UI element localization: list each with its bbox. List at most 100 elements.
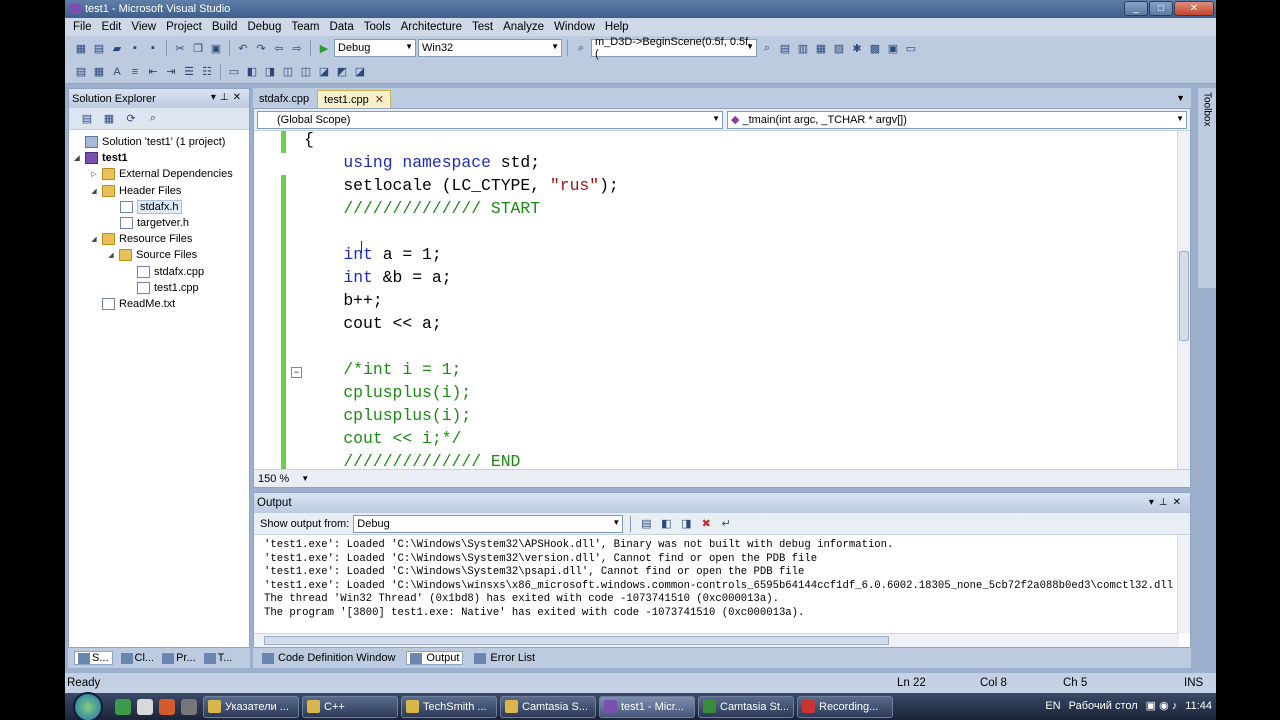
- navigate-icon[interactable]: ⇦: [271, 40, 287, 56]
- properties-icon[interactable]: ▤: [79, 111, 95, 127]
- quicklaunch-icon[interactable]: [115, 698, 131, 715]
- tab-team-explorer[interactable]: T...: [203, 652, 232, 664]
- comment-icon[interactable]: ☰: [181, 64, 197, 80]
- taskbar-button[interactable]: Camtasia St...: [698, 695, 794, 718]
- tab-code-definition-window[interactable]: Code Definition Window: [259, 652, 398, 664]
- previous-bookmark-document-icon[interactable]: ◪: [316, 64, 332, 80]
- save-all-icon[interactable]: ▪: [145, 40, 161, 56]
- close-tab-icon[interactable]: ✕: [375, 93, 384, 106]
- next-message-icon[interactable]: ◨: [678, 516, 694, 532]
- scrollbar-thumb[interactable]: [264, 636, 889, 645]
- menu-team[interactable]: Team: [286, 21, 324, 33]
- menu-test[interactable]: Test: [467, 21, 498, 33]
- find-icon[interactable]: ⌕: [759, 40, 775, 56]
- code-editor[interactable]: (Global Scope) ▼ ◆ _tmain(int argc, _TCH…: [253, 108, 1191, 488]
- solution-platform-select[interactable]: Win32 ▼: [418, 39, 562, 57]
- code-area[interactable]: { using namespace std; setlocale (LC_CTY…: [254, 131, 1184, 469]
- toolbox-strip[interactable]: Toolbox: [1198, 88, 1216, 288]
- tab-test1-cpp[interactable]: test1.cpp ✕: [317, 90, 391, 108]
- panel-controls[interactable]: ▾⊥✕: [1149, 497, 1186, 508]
- tab-property-manager[interactable]: Pr...: [162, 652, 196, 664]
- quicklaunch-icon[interactable]: [181, 698, 197, 715]
- tree-item-header-files[interactable]: ◢ Header Files: [69, 183, 249, 199]
- word-wrap-icon[interactable]: ↵: [718, 516, 734, 532]
- acrobat-icon[interactable]: [137, 698, 153, 715]
- tools-icon[interactable]: ✱: [849, 40, 865, 56]
- previous-message-icon[interactable]: ◧: [658, 516, 674, 532]
- find-combo[interactable]: m_D3D->BeginScene(0.5f, 0.5f, ( ▼: [591, 36, 757, 60]
- undo-icon[interactable]: ↶: [235, 40, 251, 56]
- tree-item-stdafx-h[interactable]: stdafx.h: [69, 199, 249, 215]
- taskbar-button[interactable]: C++: [302, 695, 398, 718]
- tab-stdafx-cpp[interactable]: stdafx.cpp: [253, 90, 315, 108]
- tree-item-resource-files[interactable]: ◢ Resource Files: [69, 231, 249, 247]
- menu-data[interactable]: Data: [324, 21, 358, 33]
- tree-item-external-dependencies[interactable]: ▷ External Dependencies: [69, 166, 249, 182]
- clear-all-icon[interactable]: ✖: [698, 516, 714, 532]
- increase-indent-icon[interactable]: ⇥: [163, 64, 179, 80]
- maximize-button[interactable]: □: [1149, 1, 1173, 16]
- zoom-dropdown-icon[interactable]: ▼: [301, 474, 309, 483]
- taskbar-button[interactable]: Camtasia S...: [500, 695, 596, 718]
- next-bookmark-icon[interactable]: ◨: [262, 64, 278, 80]
- start-debugging-icon[interactable]: ▶: [316, 40, 332, 56]
- taskbar-button[interactable]: Указатели ...: [203, 695, 299, 718]
- clear-bookmarks-icon[interactable]: ◪: [352, 64, 368, 80]
- menu-help[interactable]: Help: [600, 21, 634, 33]
- desktop-toolbar[interactable]: Рабочий стол: [1069, 700, 1138, 712]
- clock[interactable]: 11:44: [1185, 700, 1212, 712]
- tree-item-stdafx-cpp[interactable]: stdafx.cpp: [69, 264, 249, 280]
- save-icon[interactable]: ▪: [127, 40, 143, 56]
- command-window-icon[interactable]: ▭: [903, 40, 919, 56]
- firefox-icon[interactable]: [159, 698, 175, 715]
- tab-output[interactable]: Output: [406, 651, 464, 665]
- menu-architecture[interactable]: Architecture: [396, 21, 467, 33]
- redo-icon[interactable]: ↷: [253, 40, 269, 56]
- menu-window[interactable]: Window: [549, 21, 600, 33]
- toggle-bookmark-icon[interactable]: ▭: [226, 64, 242, 80]
- minimize-button[interactable]: _: [1124, 1, 1148, 16]
- output-text[interactable]: 'test1.exe': Loaded 'C:\Windows\System32…: [264, 539, 1174, 629]
- taskbar-button-active[interactable]: test1 - Micr...: [599, 695, 695, 718]
- parameter-info-icon[interactable]: ▦: [91, 64, 107, 80]
- menu-tools[interactable]: Tools: [359, 21, 396, 33]
- tab-solution-explorer[interactable]: S...: [74, 651, 113, 665]
- solution-configuration-select[interactable]: Debug ▼: [334, 39, 416, 57]
- member-select[interactable]: ◆ _tmain(int argc, _TCHAR * argv[]) ▼: [727, 110, 1187, 129]
- properties-icon[interactable]: ▥: [795, 40, 811, 56]
- navigate-forward-icon[interactable]: ⇨: [289, 40, 305, 56]
- tree-item-source-files[interactable]: ◢ Source Files: [69, 247, 249, 263]
- paste-icon[interactable]: ▣: [208, 40, 224, 56]
- document-list-dropdown-icon[interactable]: ▼: [1176, 93, 1185, 103]
- cut-icon[interactable]: ✂: [172, 40, 188, 56]
- tree-item-project[interactable]: ◢ test1: [69, 150, 249, 166]
- close-button[interactable]: ✕: [1174, 1, 1214, 16]
- quick-info-icon[interactable]: ▤: [73, 64, 89, 80]
- previous-bookmark-icon[interactable]: ◧: [244, 64, 260, 80]
- panel-controls[interactable]: ▾⊥✕: [211, 92, 245, 103]
- menu-view[interactable]: View: [126, 21, 161, 33]
- show-all-files-icon[interactable]: ▦: [101, 111, 117, 127]
- decrease-indent-icon[interactable]: ⇤: [145, 64, 161, 80]
- refresh-icon[interactable]: ⟳: [123, 111, 139, 127]
- menu-edit[interactable]: Edit: [97, 21, 127, 33]
- scrollbar-thumb[interactable]: [1179, 251, 1189, 341]
- copy-icon[interactable]: ❐: [190, 40, 206, 56]
- find-in-files-icon[interactable]: ⌕: [573, 40, 589, 56]
- editor-vertical-scrollbar[interactable]: [1177, 131, 1190, 469]
- next-bookmark-document-icon[interactable]: ◩: [334, 64, 350, 80]
- extension-manager-icon[interactable]: ▩: [867, 40, 883, 56]
- taskbar-button[interactable]: Recording...: [797, 695, 893, 718]
- object-browser-icon[interactable]: ▦: [813, 40, 829, 56]
- add-item-icon[interactable]: ▤: [91, 40, 107, 56]
- class-view-icon[interactable]: ⌕: [145, 111, 161, 127]
- list-members-icon[interactable]: ≡: [127, 64, 143, 80]
- outline-collapse-icon[interactable]: −: [291, 367, 302, 378]
- complete-word-icon[interactable]: A: [109, 64, 125, 80]
- next-bookmark-folder-icon[interactable]: ◫: [298, 64, 314, 80]
- tray-icons[interactable]: ▣ ◉ ♪: [1146, 699, 1178, 712]
- zoom-level[interactable]: 150 %: [258, 473, 289, 485]
- menu-analyze[interactable]: Analyze: [498, 21, 549, 33]
- toolbox-icon[interactable]: ▧: [831, 40, 847, 56]
- show-output-from-select[interactable]: Debug ▼: [353, 514, 624, 533]
